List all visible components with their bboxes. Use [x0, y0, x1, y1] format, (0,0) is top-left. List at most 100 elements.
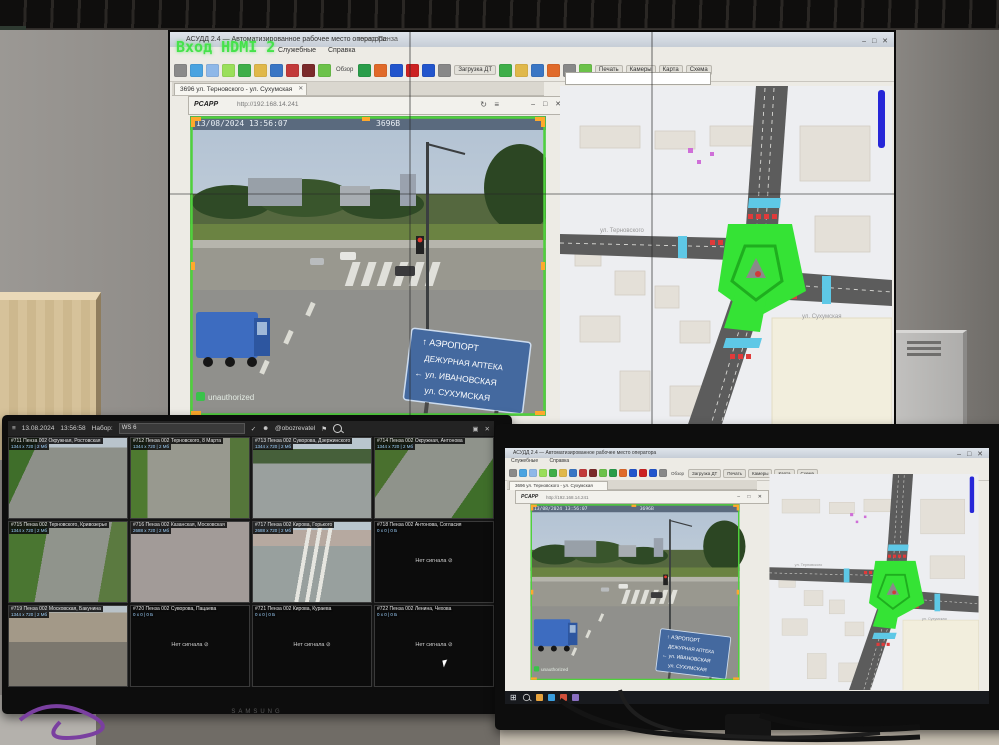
expand-icon[interactable]: ▣	[472, 425, 478, 433]
camera-tile[interactable]: #719 Пенза 002 Московская, Бакунина 1344…	[8, 605, 128, 687]
toolbar-icon[interactable]	[374, 64, 387, 77]
toolbar-icon[interactable]	[270, 64, 283, 77]
toolbar-icon[interactable]	[222, 64, 235, 77]
toolbar-icon[interactable]	[174, 64, 187, 77]
toolbar-icon[interactable]	[569, 469, 577, 477]
toolbar-icon[interactable]	[390, 64, 403, 77]
intersection-map[interactable]	[763, 474, 985, 690]
menu-item[interactable]: Служебные	[278, 47, 316, 54]
minimize-icon: –	[862, 38, 868, 45]
taskbar-app-icon[interactable]	[572, 694, 579, 701]
camera-tile[interactable]: #722 Пенза 002 Ленина, Чехова 0 x 0 | 0 …	[374, 605, 494, 687]
tab-intersection[interactable]: 3696 ул. Терновского - ул. Сухумская	[509, 481, 608, 490]
camera-tile[interactable]: #712 Пенза 002 Терновского, 8 Марта 1344…	[130, 437, 250, 519]
toolbar-icon[interactable]	[206, 64, 219, 77]
wall-toolbar-icons2	[358, 64, 451, 77]
camera-tile[interactable]: #717 Пенза 002 Кирова, Горького 2688 x 7…	[252, 521, 372, 603]
menu-bar: Служебные Справка	[170, 47, 894, 59]
toolbar-icon[interactable]	[559, 469, 567, 477]
toolbar-icon[interactable]	[589, 469, 597, 477]
start-button[interactable]: ⊞	[510, 693, 517, 702]
camera-tile[interactable]: #715 Пенза 002 Терновского, Кривозерье 1…	[8, 521, 128, 603]
video-wall: АСУДД 2.4 — Автоматизированное рабочее м…	[168, 30, 896, 436]
toolbar-icon[interactable]	[302, 64, 315, 77]
browse-label[interactable]: Обзор	[671, 471, 684, 476]
toolbar-icon[interactable]	[659, 469, 667, 477]
toolbar-icon[interactable]	[238, 64, 251, 77]
layout-select[interactable]: WS 6	[119, 423, 245, 434]
title-bar[interactable]: АСУДД 2.4 — Автоматизированное рабочее м…	[505, 448, 989, 458]
toolbar-icon[interactable]	[499, 64, 512, 77]
refresh-icon[interactable]: ↻	[480, 100, 487, 109]
load-dt-button[interactable]: Загрузка ДТ	[454, 65, 496, 75]
tab-close-icon[interactable]: ✕	[298, 84, 303, 95]
toolbar-icon[interactable]	[639, 469, 647, 477]
camera-tile-meta: 1344 x 720 | 2 Мб	[253, 444, 293, 450]
toolbar-icon[interactable]	[579, 469, 587, 477]
check-icon[interactable]: ✓	[251, 425, 256, 433]
pcapp-label: PCAPP	[521, 494, 538, 500]
intersection-map[interactable]	[560, 86, 892, 430]
desk-toolbar-icons	[509, 469, 667, 477]
no-signal-label: Нет сигнала ⊘	[375, 558, 493, 564]
taskbar-app-icon[interactable]	[536, 694, 543, 701]
toolbar-input[interactable]	[565, 72, 711, 85]
search-icon[interactable]	[523, 694, 530, 701]
camera-tile[interactable]: #714 Пенза 002 Окружная, Антонова 1344 x…	[374, 437, 494, 519]
toolbar-icon[interactable]	[509, 469, 517, 477]
toolbar-icon[interactable]	[515, 64, 528, 77]
username: @obozrevatel	[275, 425, 315, 432]
toolbar-icon[interactable]	[539, 469, 547, 477]
menu-item[interactable]: Служебные	[511, 458, 538, 464]
vms-date: 13.08.2024	[22, 425, 55, 432]
print-button[interactable]: Печать	[723, 469, 746, 478]
camera-tile-meta: 0 x 0 | 0 Б	[375, 528, 399, 534]
toolbar-icon[interactable]	[549, 469, 557, 477]
toolbar-icon[interactable]	[609, 469, 617, 477]
camera-tile[interactable]: #711 Пенза 002 Окружная, Ростовская 1344…	[8, 437, 128, 519]
hamburger-icon[interactable]: ≡	[494, 100, 499, 109]
camera-feed[interactable]	[190, 116, 546, 416]
menu-item[interactable]: Справка	[550, 458, 570, 464]
pcapp-url[interactable]: http://192.168.14.241	[237, 101, 298, 108]
taskbar-app-icon[interactable]	[560, 694, 567, 701]
toolbar-icon[interactable]	[358, 64, 371, 77]
pcapp-label: PCAPP	[194, 101, 218, 108]
toolbar-icon[interactable]	[599, 469, 607, 477]
close-icon[interactable]: ✕	[485, 425, 490, 433]
title-bar[interactable]: АСУДД 2.4 — Автоматизированное рабочее м…	[170, 32, 894, 47]
toolbar-icon[interactable]	[649, 469, 657, 477]
camera-tile[interactable]: #716 Пенза 002 Казанская, Московская 268…	[130, 521, 250, 603]
camera-tile[interactable]: #718 Пенза 002 Антонова, Согласия 0 x 0 …	[374, 521, 494, 603]
vms-window: ≡ 13.08.2024 13:56:58 Набор: WS 6 ✓ ☻ @o…	[8, 421, 494, 687]
taskbar-app-icon[interactable]	[548, 694, 555, 701]
toolbar-icon[interactable]	[318, 64, 331, 77]
load-dt-button[interactable]: Загрузка ДТ	[688, 469, 721, 478]
vms-time: 13:56:58	[60, 425, 85, 432]
camera-tile[interactable]: #721 Пенза 002 Кирова, Кураева 0 x 0 | 0…	[252, 605, 372, 687]
camera-feed[interactable]	[517, 504, 753, 680]
flag-icon[interactable]: ⚑	[321, 425, 327, 433]
pcapp-window-controls[interactable]: – □ ✕	[737, 494, 765, 500]
camera-tile-meta: 0 x 0 | 0 Б	[131, 612, 155, 618]
camera-tile[interactable]: #713 Пенза 002 Суворова, Дзержинского 13…	[252, 437, 372, 519]
browse-label[interactable]: Обзор	[336, 67, 353, 73]
toolbar-icon[interactable]	[547, 64, 560, 77]
toolbar-icon[interactable]	[286, 64, 299, 77]
toolbar-icon[interactable]	[422, 64, 435, 77]
tab-intersection[interactable]: 3696 ул. Терновского - ул. Сухумская ✕	[174, 83, 307, 95]
toolbar-icon[interactable]	[519, 469, 527, 477]
menu-item[interactable]: Справка	[328, 47, 355, 54]
toolbar-icon[interactable]	[619, 469, 627, 477]
toolbar-icon[interactable]	[190, 64, 203, 77]
pcapp-bar: PCAPP http://192.168.14.241 ↻ ≡ – □ ✕	[188, 96, 568, 115]
pcapp-url[interactable]: http://192.168.14.241	[546, 495, 589, 500]
toolbar-icon[interactable]	[629, 469, 637, 477]
toolbar-icon[interactable]	[531, 64, 544, 77]
camera-tile[interactable]: #720 Пенза 002 Суворова, Пацаева 0 x 0 |…	[130, 605, 250, 687]
toolbar-icon[interactable]	[438, 64, 451, 77]
toolbar-icon[interactable]	[254, 64, 267, 77]
search-icon[interactable]	[333, 424, 342, 433]
hamburger-icon[interactable]: ≡	[12, 425, 16, 432]
toolbar-icon[interactable]	[529, 469, 537, 477]
